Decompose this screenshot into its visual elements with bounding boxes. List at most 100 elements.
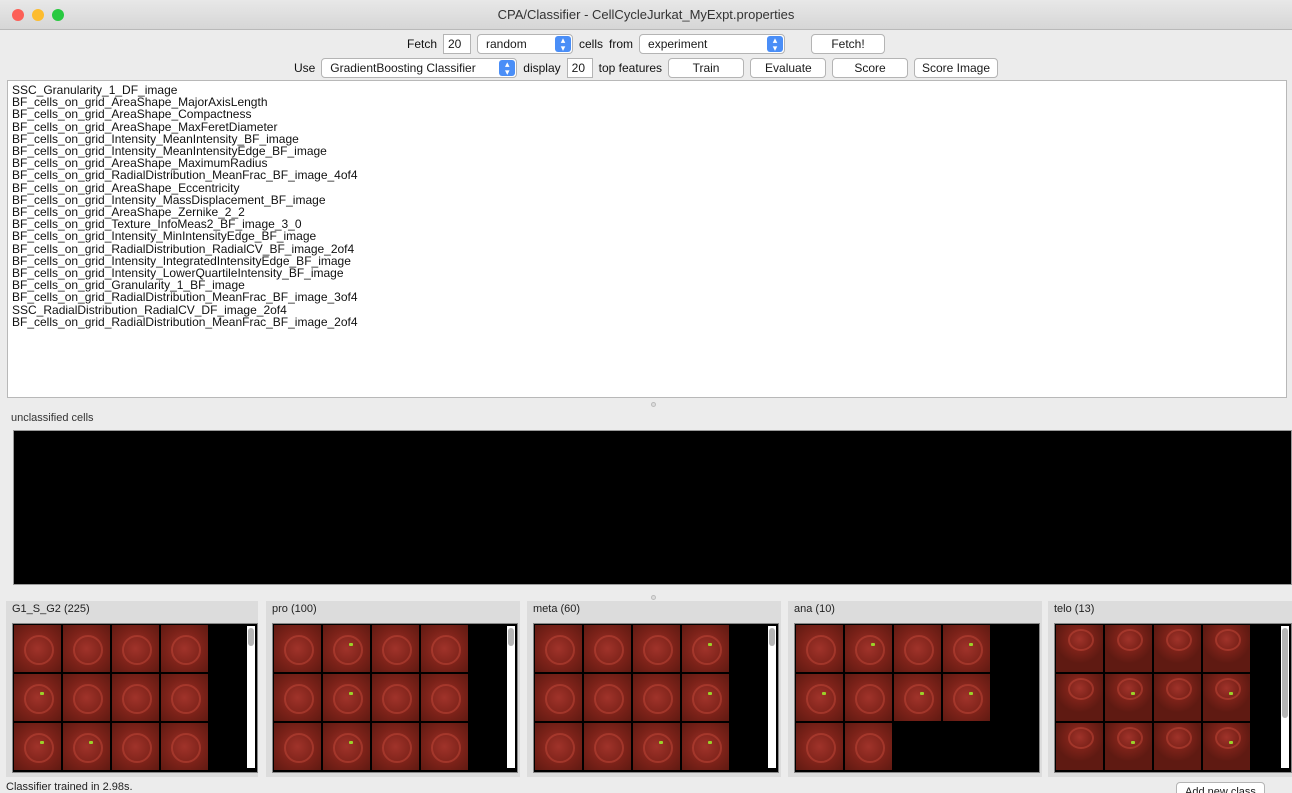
cell-thumbnail[interactable] xyxy=(14,674,61,721)
cell-thumbnail[interactable] xyxy=(323,625,370,672)
cell-thumbnail[interactable] xyxy=(1056,625,1103,672)
cell-thumbnail[interactable] xyxy=(633,625,680,672)
cell-thumbnail[interactable] xyxy=(845,674,892,721)
scroll-thumb[interactable] xyxy=(508,628,514,646)
cell-thumbnail[interactable] xyxy=(14,625,61,672)
add-new-class-button[interactable]: Add new class xyxy=(1176,782,1265,793)
cell-thumbnail[interactable] xyxy=(1203,625,1250,672)
cell-thumbnail[interactable] xyxy=(161,674,208,721)
cell-thumbnail[interactable] xyxy=(274,625,321,672)
bin-scrollbar[interactable] xyxy=(768,626,776,768)
cell-thumbnail[interactable] xyxy=(161,723,208,770)
cell-thumbnail[interactable] xyxy=(584,674,631,721)
cell-thumbnail[interactable] xyxy=(161,625,208,672)
cell-thumbnail[interactable] xyxy=(796,723,843,770)
cell-thumbnail[interactable] xyxy=(63,674,110,721)
cell-thumbnail[interactable] xyxy=(845,723,892,770)
cell-thumbnail[interactable] xyxy=(845,625,892,672)
from-label: from xyxy=(609,37,634,51)
cell-thumbnail[interactable] xyxy=(682,674,729,721)
cell-thumbnail[interactable] xyxy=(372,674,419,721)
class-label[interactable]: G1_S_G2 (225) xyxy=(12,603,90,615)
cell-thumbnail[interactable] xyxy=(63,625,110,672)
fetch-mode-select[interactable]: random ▴ ▾ xyxy=(477,34,573,54)
cell-thumbnail[interactable] xyxy=(796,625,843,672)
score-image-button[interactable]: Score Image xyxy=(914,58,999,78)
score-all-button[interactable]: Score All xyxy=(832,58,909,93)
cell-thumbnail[interactable] xyxy=(421,625,468,672)
scroll-thumb[interactable] xyxy=(769,628,775,646)
top-features-list[interactable]: SSC_Granularity_1_DF_image BF_cells_on_gr… xyxy=(7,80,1287,398)
minimize-window-button[interactable] xyxy=(32,9,44,21)
zoom-window-button[interactable] xyxy=(52,9,64,21)
fetch-count-input[interactable]: 20 xyxy=(443,34,471,54)
scroll-thumb[interactable] xyxy=(1282,628,1288,718)
class-bin[interactable] xyxy=(533,623,779,773)
cell-grid xyxy=(14,625,208,770)
cell-thumbnail[interactable] xyxy=(112,625,159,672)
class-label[interactable]: meta (60) xyxy=(533,603,580,615)
cell-thumbnail[interactable] xyxy=(1154,625,1201,672)
fetch-mode-value: random xyxy=(486,37,527,51)
scroll-thumb[interactable] xyxy=(248,628,254,646)
cell-thumbnail[interactable] xyxy=(421,723,468,770)
cell-thumbnail[interactable] xyxy=(535,625,582,672)
class-label[interactable]: ana (10) xyxy=(794,603,835,615)
class-label[interactable]: pro (100) xyxy=(272,603,317,615)
cell-thumbnail[interactable] xyxy=(112,674,159,721)
bin-scrollbar[interactable] xyxy=(247,626,255,768)
bin-scrollbar[interactable] xyxy=(507,626,515,768)
cell-thumbnail[interactable] xyxy=(584,625,631,672)
cell-thumbnail[interactable] xyxy=(1056,674,1103,721)
cell-thumbnail[interactable] xyxy=(584,723,631,770)
class-bin[interactable] xyxy=(12,623,258,773)
class-label[interactable]: telo (13) xyxy=(1054,603,1094,615)
cell-thumbnail[interactable] xyxy=(372,723,419,770)
cell-thumbnail[interactable] xyxy=(894,674,941,721)
cell-thumbnail[interactable] xyxy=(535,674,582,721)
cell-thumbnail[interactable] xyxy=(323,674,370,721)
class-bin[interactable] xyxy=(272,623,518,773)
cell-thumbnail[interactable] xyxy=(274,723,321,770)
cell-thumbnail[interactable] xyxy=(63,723,110,770)
cell-thumbnail[interactable] xyxy=(372,625,419,672)
cell-thumbnail[interactable] xyxy=(796,674,843,721)
cell-thumbnail[interactable] xyxy=(535,723,582,770)
cell-thumbnail[interactable] xyxy=(633,674,680,721)
feature-item: BF_cells_on_grid_Intensity_MinIntensityE… xyxy=(12,229,317,244)
bin-scrollbar[interactable] xyxy=(1281,626,1289,768)
cell-thumbnail[interactable] xyxy=(894,625,941,672)
cell-thumbnail[interactable] xyxy=(1154,723,1201,770)
class-bin[interactable] xyxy=(794,623,1040,773)
cell-thumbnail[interactable] xyxy=(1203,674,1250,721)
cell-thumbnail[interactable] xyxy=(1105,674,1152,721)
class-bin[interactable] xyxy=(1054,623,1292,773)
cell-thumbnail[interactable] xyxy=(1154,674,1201,721)
cell-grid xyxy=(1056,625,1250,770)
fetch-label: Fetch xyxy=(406,37,437,51)
cell-thumbnail[interactable] xyxy=(1105,625,1152,672)
cell-thumbnail[interactable] xyxy=(14,723,61,770)
cell-thumbnail[interactable] xyxy=(1203,723,1250,770)
display-count-input[interactable]: 20 xyxy=(566,58,593,78)
source-select[interactable]: experiment ▴ ▾ xyxy=(639,34,786,54)
cell-thumbnail[interactable] xyxy=(421,674,468,721)
fetch-button[interactable]: Fetch! xyxy=(811,34,886,54)
splitter-handle[interactable] xyxy=(651,402,656,407)
cell-thumbnail[interactable] xyxy=(112,723,159,770)
splitter-handle[interactable] xyxy=(651,595,656,600)
cell-thumbnail[interactable] xyxy=(682,723,729,770)
cell-thumbnail[interactable] xyxy=(1056,723,1103,770)
classifier-select[interactable]: GradientBoosting Classifier ▴ ▾ xyxy=(321,58,518,78)
train-button[interactable]: Train xyxy=(668,58,745,78)
cell-thumbnail[interactable] xyxy=(943,674,990,721)
cell-thumbnail[interactable] xyxy=(682,625,729,672)
cell-thumbnail[interactable] xyxy=(943,625,990,672)
close-window-button[interactable] xyxy=(12,9,24,21)
cell-thumbnail[interactable] xyxy=(1105,723,1152,770)
cell-thumbnail[interactable] xyxy=(274,674,321,721)
cell-thumbnail[interactable] xyxy=(323,723,370,770)
unclassified-bin[interactable] xyxy=(13,430,1292,585)
cell-thumbnail[interactable] xyxy=(633,723,680,770)
evaluate-button[interactable]: Evaluate xyxy=(750,58,827,78)
